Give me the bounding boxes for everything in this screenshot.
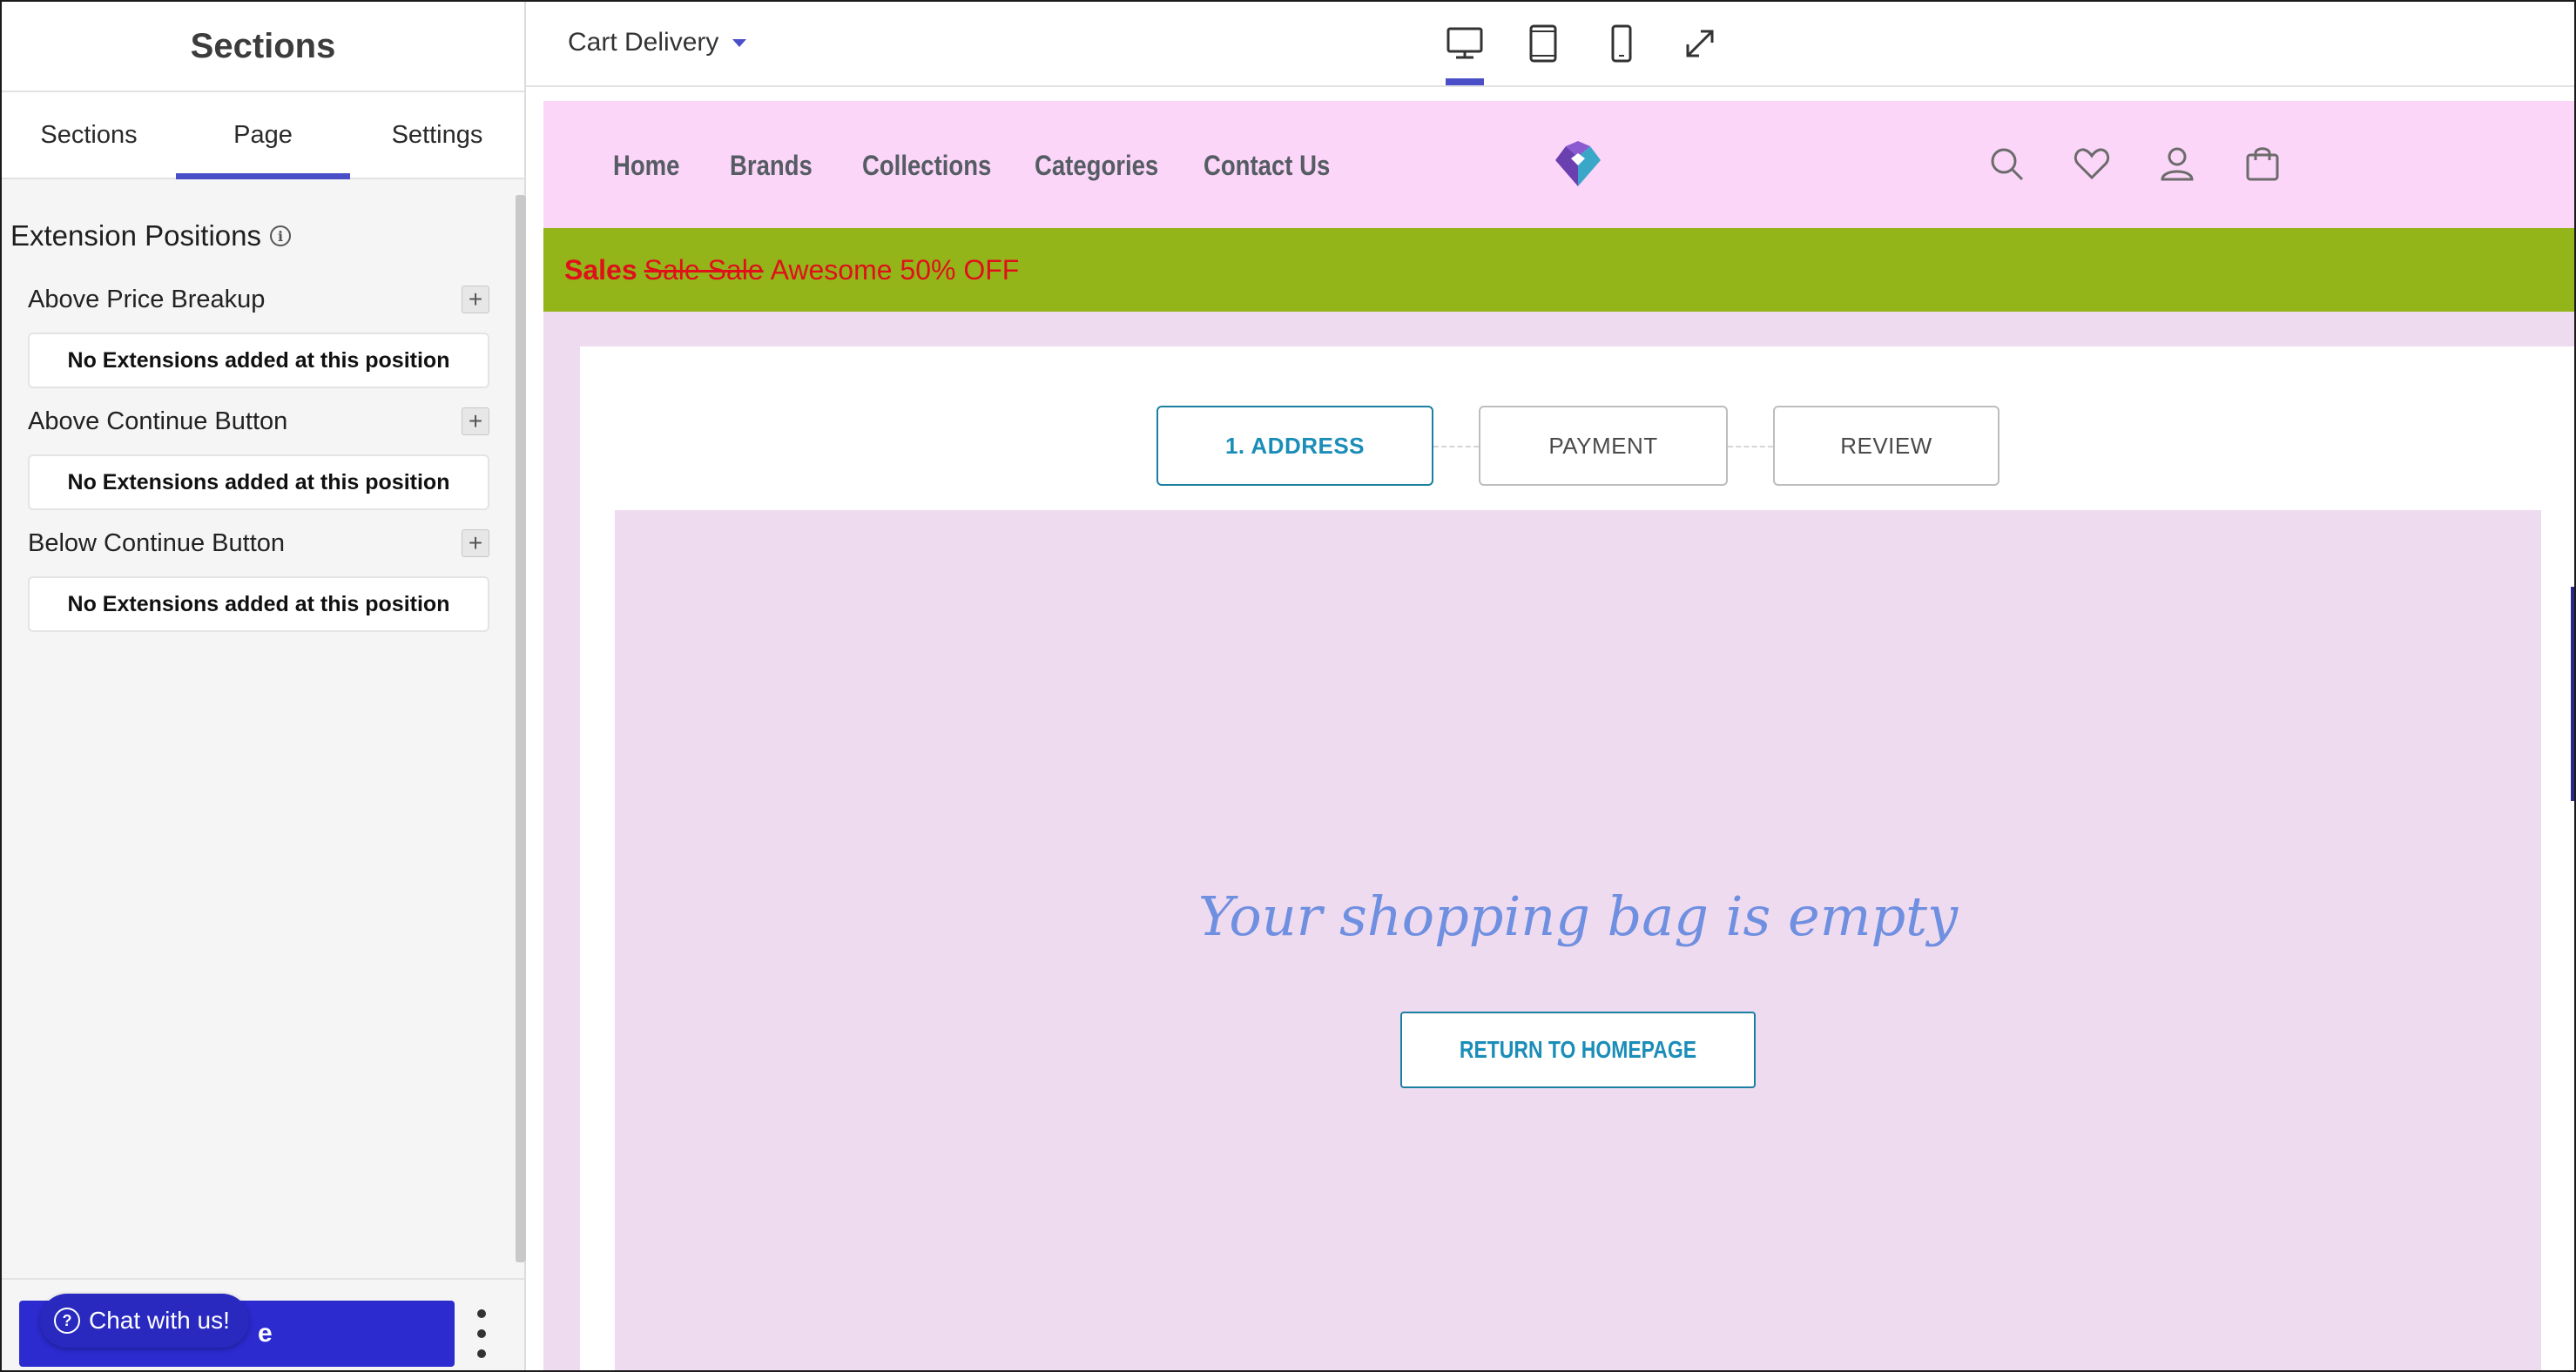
nav-link-contact-us[interactable]: Contact Us [1204,150,1330,182]
info-icon[interactable]: i [270,225,291,246]
position-above-price-breakup: Above Price Breakup + No Extensions adde… [28,282,489,388]
chat-button[interactable]: ? Chat with us! [40,1294,249,1348]
tab-page[interactable]: Page [176,92,350,179]
return-to-homepage-button[interactable]: RETURN TO HOMEPAGE [1400,1012,1756,1088]
add-extension-button[interactable]: + [462,529,489,557]
position-label: Above Price Breakup [28,285,266,313]
desktop-icon[interactable] [1444,23,1486,64]
editor-topbar: Cart Delivery [526,2,2574,87]
chat-button-label: Chat with us! [89,1307,230,1334]
promo-strike-text: Sale Sale [644,253,764,286]
panel-scrollbar-thumb[interactable] [516,195,526,1262]
step-connector [1728,446,1773,447]
nav-link-home[interactable]: Home [613,150,679,182]
side-drawer-handle[interactable] [2571,587,2574,801]
panel-title: Sections [2,2,524,92]
publish-button-label: e [258,1319,273,1348]
extension-positions-heading: Extension Positions i [10,219,291,252]
position-below-continue-button: Below Continue Button + No Extensions ad… [28,526,489,632]
promo-banner: Sales Sale Sale Awesome 50% OFF [543,228,2574,312]
user-icon[interactable] [2158,145,2196,183]
panel-tabs: Sections Page Settings [2,92,524,179]
nav-link-categories[interactable]: Categories [1035,150,1158,182]
position-label: Above Continue Button [28,407,288,435]
add-extension-button[interactable]: + [462,286,489,313]
page-selector-value: Cart Delivery [568,28,719,57]
cart-bag-icon[interactable] [2243,145,2282,183]
active-device-indicator [1446,78,1484,85]
promo-text: Awesome 50% OFF [770,253,1020,286]
step-address[interactable]: 1. ADDRESS [1157,406,1433,486]
heart-icon[interactable] [2073,145,2111,183]
return-button-label: RETURN TO HOMEPAGE [1459,1036,1697,1063]
promo-bold-text: Sales [564,253,637,286]
tablet-icon[interactable] [1522,23,1564,64]
page-selector[interactable]: Cart Delivery [568,28,747,57]
chevron-down-icon [732,38,747,47]
extension-positions-title: Extension Positions [10,219,261,252]
empty-position-box: No Extensions added at this position [28,454,489,510]
position-above-continue-button: Above Continue Button + No Extensions ad… [28,404,489,510]
checkout-card: 1. ADDRESS PAYMENT REVIEW Your shopping … [580,346,2574,1370]
empty-cart-area: Your shopping bag is empty RETURN TO HOM… [615,510,2541,1370]
store-logo[interactable] [1552,138,1604,190]
step-review[interactable]: REVIEW [1773,406,1999,486]
add-extension-button[interactable]: + [462,407,489,435]
step-payment[interactable]: PAYMENT [1479,406,1728,486]
mobile-icon[interactable] [1601,23,1642,64]
editor-app: Sections Sections Page Settings Extensio… [0,0,2576,1372]
empty-position-box: No Extensions added at this position [28,333,489,388]
tab-settings[interactable]: Settings [350,92,524,178]
left-panel: Sections Sections Page Settings Extensio… [2,2,526,1370]
nav-link-collections[interactable]: Collections [862,150,991,182]
help-icon: ? [54,1308,80,1334]
step-connector [1433,446,1479,447]
more-options-icon[interactable] [469,1309,495,1358]
search-icon[interactable] [1987,145,2026,183]
fullscreen-icon[interactable] [1679,23,1721,64]
store-header: Home Brands Collections Categories Conta… [543,101,2574,228]
nav-link-brands[interactable]: Brands [730,150,813,182]
store-preview: Home Brands Collections Categories Conta… [543,101,2574,1370]
empty-cart-message: Your shopping bag is empty [1197,884,1959,948]
tab-sections[interactable]: Sections [2,92,176,178]
position-label: Below Continue Button [28,528,286,557]
extension-positions-panel: Extension Positions i Above Price Breaku… [2,181,514,1280]
empty-position-box: No Extensions added at this position [28,576,489,632]
